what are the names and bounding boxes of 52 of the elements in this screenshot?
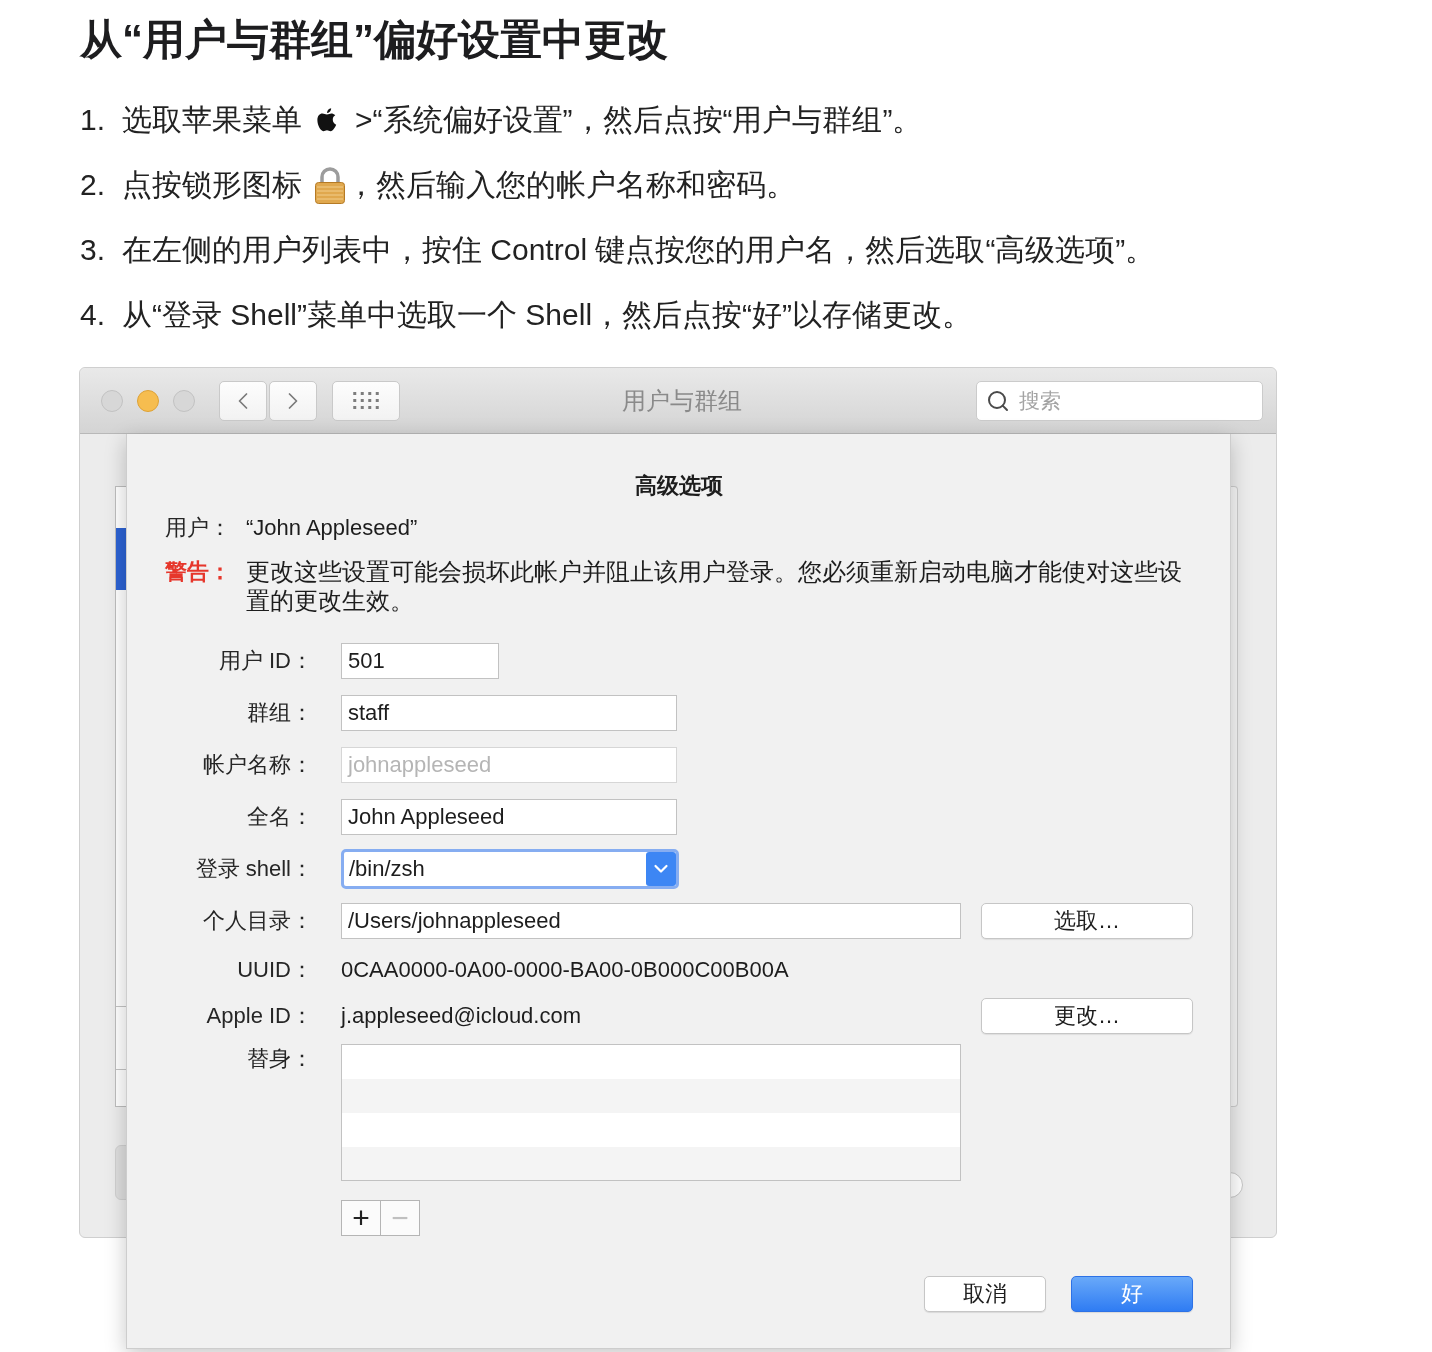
minimize-icon[interactable] xyxy=(137,389,159,412)
field-label: 替身： xyxy=(246,1045,313,1073)
field-label: UUID： xyxy=(236,956,313,984)
value-text: 0CAA0000-0A00-0000-BA00-0B000C00B00A xyxy=(341,956,789,984)
field-label: 帐户名称： xyxy=(202,751,313,779)
search-field[interactable]: 搜索 xyxy=(976,380,1263,421)
step-text: 在左侧的用户列表中，按住 Control 键点按您的用户名，然后选取“高级选项”。 xyxy=(122,231,1156,268)
step-number: 2. xyxy=(80,168,107,202)
user-label: 用户： xyxy=(165,514,232,542)
field-label: Apple ID： xyxy=(205,1002,313,1030)
popup-button[interactable]: /bin/zsh xyxy=(341,849,679,889)
dialog-title: 高级选项 xyxy=(634,472,724,500)
selected-row[interactable] xyxy=(116,528,126,590)
field-label: 用户 ID： xyxy=(217,647,313,675)
field-label: 登录 shell： xyxy=(194,855,313,883)
field-label: 全名： xyxy=(246,803,313,831)
step-number: 4. xyxy=(80,298,107,332)
cancel-button[interactable]: 取消 xyxy=(924,1276,1046,1312)
grid-icon xyxy=(353,392,379,409)
zoom-icon[interactable] xyxy=(173,389,195,412)
step-number: 1. xyxy=(80,103,107,137)
text-field[interactable]: 501 xyxy=(341,643,499,679)
field-label: 群组： xyxy=(246,699,313,727)
user-name: “John Appleseed” xyxy=(246,514,418,542)
step-text: 从“登录 Shell”菜单中选取一个 Shell，然后点按“好”以存储更改。 xyxy=(122,296,973,333)
step-text: >“系统偏好设置”，然后点按“用户与群组”。 xyxy=(355,101,923,138)
step-text: ，然后输入您的帐户名称和密码。 xyxy=(346,166,796,203)
close-icon[interactable] xyxy=(101,389,123,412)
grid-button[interactable] xyxy=(332,380,400,421)
forward-button[interactable] xyxy=(269,380,317,421)
page-title: 从“用户与群组”偏好设置中更改 xyxy=(80,18,669,62)
search-icon xyxy=(986,388,1010,413)
apple-logo-icon xyxy=(316,107,338,133)
step-number: 3. xyxy=(80,233,107,267)
side-button[interactable] xyxy=(115,1145,127,1200)
padlock-icon xyxy=(314,166,346,204)
window-title: 用户与群组 xyxy=(622,385,742,416)
dialog-button[interactable]: 选取… xyxy=(981,903,1193,939)
field-label: 个人目录： xyxy=(202,907,313,935)
warning-label: 警告： xyxy=(165,558,232,586)
text-field[interactable]: John Appleseed xyxy=(341,799,677,835)
add-button[interactable]: + xyxy=(341,1200,381,1236)
dialog-button[interactable]: 更改… xyxy=(981,998,1193,1034)
list-box[interactable] xyxy=(341,1044,961,1181)
warning-text: 更改这些设置可能会损坏此帐户并阻止该用户登录。您必须重新启动电脑才能使对这些设置的更改生效。 xyxy=(246,557,1183,615)
value-text: j.appleseed@icloud.com xyxy=(341,1002,582,1030)
text-field[interactable]: staff xyxy=(341,695,677,731)
step-text: 选取苹果菜单 xyxy=(122,101,302,138)
chevron-down-icon xyxy=(646,852,676,886)
back-button[interactable] xyxy=(219,380,267,421)
step-text: 点按锁形图标 xyxy=(122,166,302,203)
text-field[interactable]: /Users/johnappleseed xyxy=(341,903,961,939)
